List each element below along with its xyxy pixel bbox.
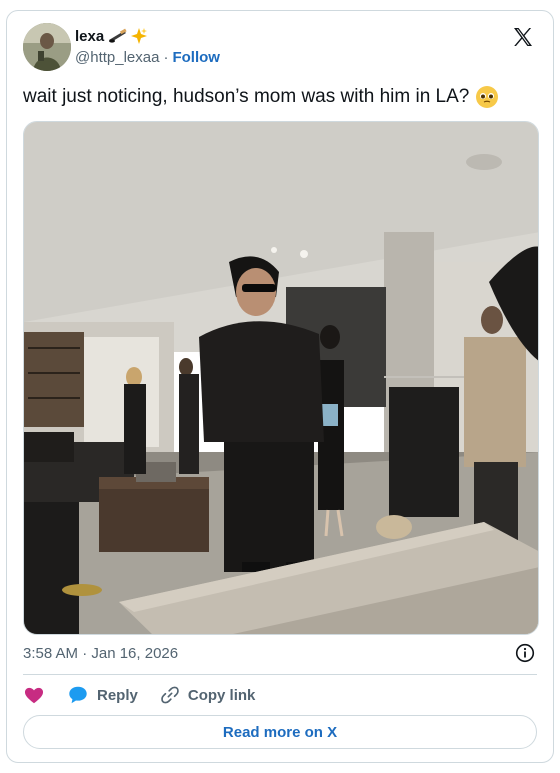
x-logo[interactable] <box>511 25 535 49</box>
hockey-stick-emoji <box>109 28 127 43</box>
tweet-text-row: wait just noticing, hudson’s mom was wit… <box>23 85 499 109</box>
tweet-card: lexa @http_lexaa · Follow wait just noti… <box>6 10 554 763</box>
pleading-face-emoji <box>476 86 499 108</box>
separator-dot: · <box>163 49 169 66</box>
follow-link[interactable]: Follow <box>172 49 220 66</box>
reply-label: Reply <box>97 686 138 704</box>
tweet-text: wait just noticing, hudson’s mom was wit… <box>23 86 470 107</box>
reply-button[interactable]: Reply <box>67 684 138 706</box>
read-more-button[interactable]: Read more on X <box>23 715 537 749</box>
tweet-photo[interactable] <box>23 121 539 635</box>
tweet-timestamp[interactable]: 3:58 AM · Jan 16, 2026 <box>23 645 178 662</box>
divider <box>23 674 537 675</box>
sparkles-emoji <box>131 28 148 44</box>
like-button[interactable] <box>23 684 45 706</box>
link-icon <box>161 686 179 704</box>
heart-icon <box>24 687 44 704</box>
avatar[interactable] <box>23 23 71 71</box>
author-name[interactable]: lexa <box>75 28 104 45</box>
info-icon[interactable] <box>515 643 535 663</box>
copy-link-button[interactable]: Copy link <box>160 685 256 705</box>
speech-bubble-icon <box>69 686 87 704</box>
copy-link-label: Copy link <box>187 686 256 704</box>
action-bar: Reply Copy link <box>23 683 277 707</box>
author-name-row: lexa <box>75 27 148 45</box>
author-handle[interactable]: @http_lexaa <box>75 49 159 66</box>
author-handle-row: @http_lexaa · Follow <box>75 49 220 66</box>
